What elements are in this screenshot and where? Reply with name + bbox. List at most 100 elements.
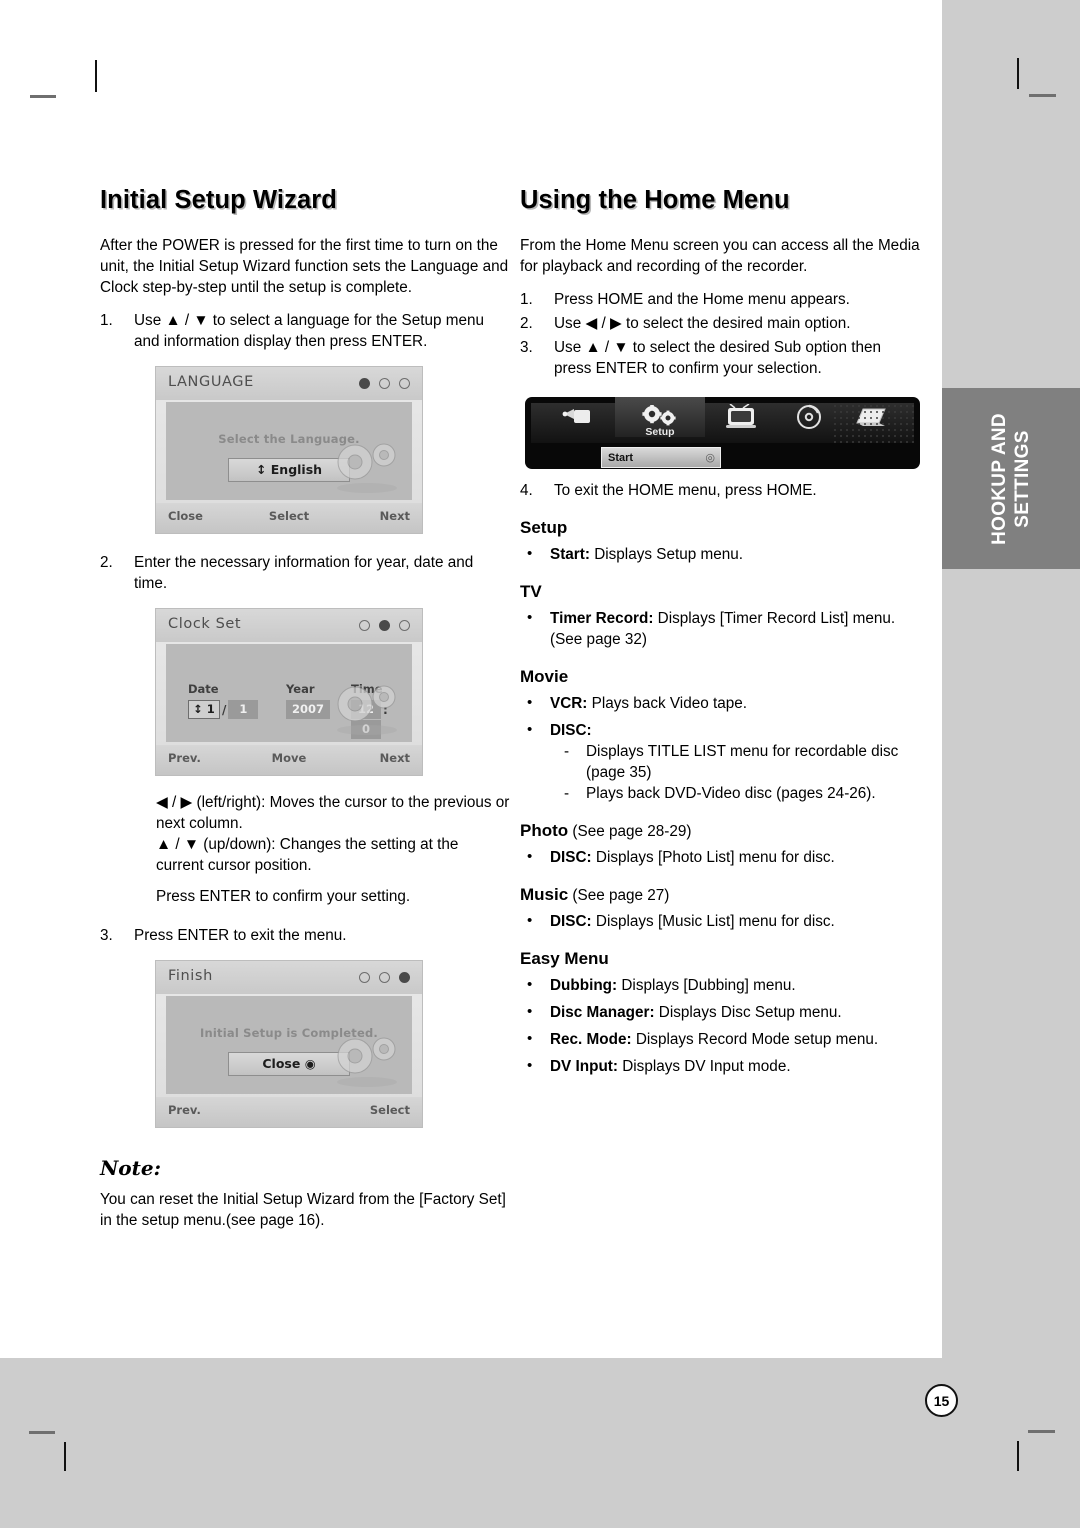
heading-photo-text: Photo (520, 821, 569, 840)
home-menu-item-tv[interactable] (705, 397, 779, 437)
instruction-press-enter: Press ENTER to confirm your setting. (156, 888, 411, 905)
screen-title: Clock Set (168, 616, 242, 632)
cursor-instructions: ◀ / ▶ (left/right): Moves the cursor to … (156, 792, 510, 907)
bullet-icon: • (527, 545, 533, 562)
crop-mark-bottom-right-vertical (1017, 1441, 1019, 1471)
list-item-text: Displays Record Mode setup menu. (631, 1031, 879, 1048)
step-item-3: 3. Press ENTER to exit the menu. (100, 925, 510, 946)
page-number-badge: 15 (925, 1384, 958, 1417)
sublist-item-text: Displays TITLE LIST menu for recordable … (586, 743, 899, 781)
list-item-label: VCR: (550, 695, 588, 712)
dash-icon: - (564, 743, 570, 760)
clock-field-date: Date ↕ 1/1 (188, 682, 259, 719)
list-item-label: Rec. Mode: (550, 1031, 632, 1048)
screen-footer-center: Select (268, 509, 310, 523)
heading-easy-menu: Easy Menu (520, 949, 609, 968)
page-title-using-the-home-menu: Using the Home Menu (520, 186, 790, 214)
crop-mark-top-left-vertical (95, 60, 97, 92)
step-dot-1 (359, 620, 370, 631)
music-icon (919, 405, 920, 429)
crop-mark-bottom-left-vertical (64, 1442, 66, 1471)
home-menu-start-label: Start (608, 451, 634, 464)
step-item-1: 1. Use ▲ / ▼ to select a language for th… (100, 310, 510, 352)
heading-setup: Setup (520, 518, 568, 537)
page-bleed-right (942, 175, 1080, 1358)
photo-list: • DISC: Displays [Photo List] menu for d… (520, 847, 920, 868)
step-number: 3. (100, 927, 113, 944)
bullet-icon: • (527, 912, 533, 929)
right-column: Using the Home Menu From the Home Menu s… (520, 186, 920, 1083)
list-item-rec-mode: • Rec. Mode: Displays Record Mode setup … (520, 1029, 920, 1050)
tv-icon (726, 404, 756, 428)
step-number: 4. (520, 482, 533, 499)
step-text: Use ▲ / ▼ to select a language for the S… (134, 312, 485, 350)
section-side-tab: HOOKUP AND SETTINGS (942, 388, 1080, 569)
easy-menu-list: • Dubbing: Displays [Dubbing] menu. • Di… (520, 975, 920, 1077)
sublist-item-title-list: - Displays TITLE LIST menu for recordabl… (562, 741, 920, 783)
step-dot-2 (379, 972, 390, 983)
home-menu-item-disc[interactable] (779, 397, 839, 437)
enter-icon: ◎ (705, 452, 715, 464)
note-heading: Note: (100, 1156, 161, 1180)
gears-icon (337, 443, 397, 493)
step-dot-2 (379, 378, 390, 389)
right-steps-list: 1. Press HOME and the Home menu appears.… (520, 289, 920, 379)
home-menu-start-button[interactable]: Start ◎ (601, 447, 721, 468)
bullet-icon: • (527, 1030, 533, 1047)
list-item-text: Displays [Dubbing] menu. (617, 977, 796, 994)
gears-icon (337, 685, 397, 735)
list-item-label: DV Input: (550, 1058, 618, 1075)
step-item-1: 1. Press HOME and the Home menu appears. (520, 289, 920, 310)
screenshot-home-menu-bar: Setup Start ◎ (525, 397, 920, 469)
step-item-2: 2. Enter the necessary information for y… (100, 552, 510, 594)
screen-title: Finish (168, 968, 213, 984)
clock-label-date: Date (188, 682, 219, 696)
step-text: Enter the necessary information for year… (134, 554, 474, 592)
list-item-label: Dubbing: (550, 977, 618, 994)
heading-music-text: Music (520, 885, 569, 904)
step-dot-1 (359, 378, 370, 389)
bullet-icon: • (527, 609, 533, 626)
step-number: 2. (100, 554, 113, 571)
list-item-text: Displays [Photo List] menu for disc. (591, 849, 835, 866)
screenshot-language-setup: LANGUAGE Select the Language. ↕ English … (155, 366, 423, 534)
movie-disc-sublist: - Displays TITLE LIST menu for recordabl… (562, 741, 920, 804)
step-indicator-dots (359, 972, 410, 983)
step-item-2: 2. Use ◀ / ▶ to select the desired main … (520, 313, 920, 334)
gears-icon (337, 1037, 397, 1087)
music-list: • DISC: Displays [Music List] menu for d… (520, 911, 920, 932)
screen-panel: Date ↕ 1/1 Year 2007 Time 12:0AM (166, 644, 412, 757)
clock-value-month[interactable]: ↕ 1 (188, 700, 220, 719)
clock-value-day[interactable]: 1 (228, 700, 259, 719)
step-dot-3 (399, 620, 410, 631)
step-number: 1. (520, 291, 533, 308)
heading-music: Music (See page 27) (520, 885, 920, 905)
screen-title: LANGUAGE (168, 374, 254, 390)
screenshot-finish: Finish Initial Setup is Completed. Close… (155, 960, 423, 1128)
screen-footer: Prev. Move Next (156, 745, 422, 775)
step-number: 3. (520, 339, 533, 356)
list-item-vcr: • VCR: Plays back Video tape. (520, 693, 920, 714)
disc-icon (797, 404, 821, 429)
clock-date-separator: / (222, 702, 227, 717)
bullet-icon: • (527, 1057, 533, 1074)
heading-movie: Movie (520, 667, 569, 686)
home-menu-setup-label: Setup (645, 426, 675, 438)
bullet-icon: • (527, 721, 533, 738)
step-dot-2 (379, 620, 390, 631)
bullet-icon: • (527, 848, 533, 865)
list-item-label: Disc Manager: (550, 1004, 655, 1021)
instruction-left-right: ◀ / ▶ (left/right): Moves the cursor to … (156, 794, 510, 832)
left-steps-list-3: 3. Press ENTER to exit the menu. (100, 925, 510, 946)
list-item-start: • Start: Displays Setup menu. (520, 544, 920, 565)
home-menu-item-plug[interactable] (543, 397, 615, 437)
home-menu-item-setup[interactable]: Setup (615, 397, 705, 438)
plug-icon (562, 409, 590, 423)
list-item-disc: • DISC: - Displays TITLE LIST menu for r… (520, 720, 920, 804)
note-body: You can reset the Initial Setup Wizard f… (100, 1191, 506, 1229)
step-indicator-dots (359, 378, 410, 389)
screen-footer-right: Next (379, 751, 410, 765)
step-item-3: 3. Use ▲ / ▼ to select the desired Sub o… (520, 337, 920, 379)
bullet-icon: • (527, 976, 533, 993)
screen-panel: Initial Setup is Completed. Close ◉ (166, 996, 412, 1094)
